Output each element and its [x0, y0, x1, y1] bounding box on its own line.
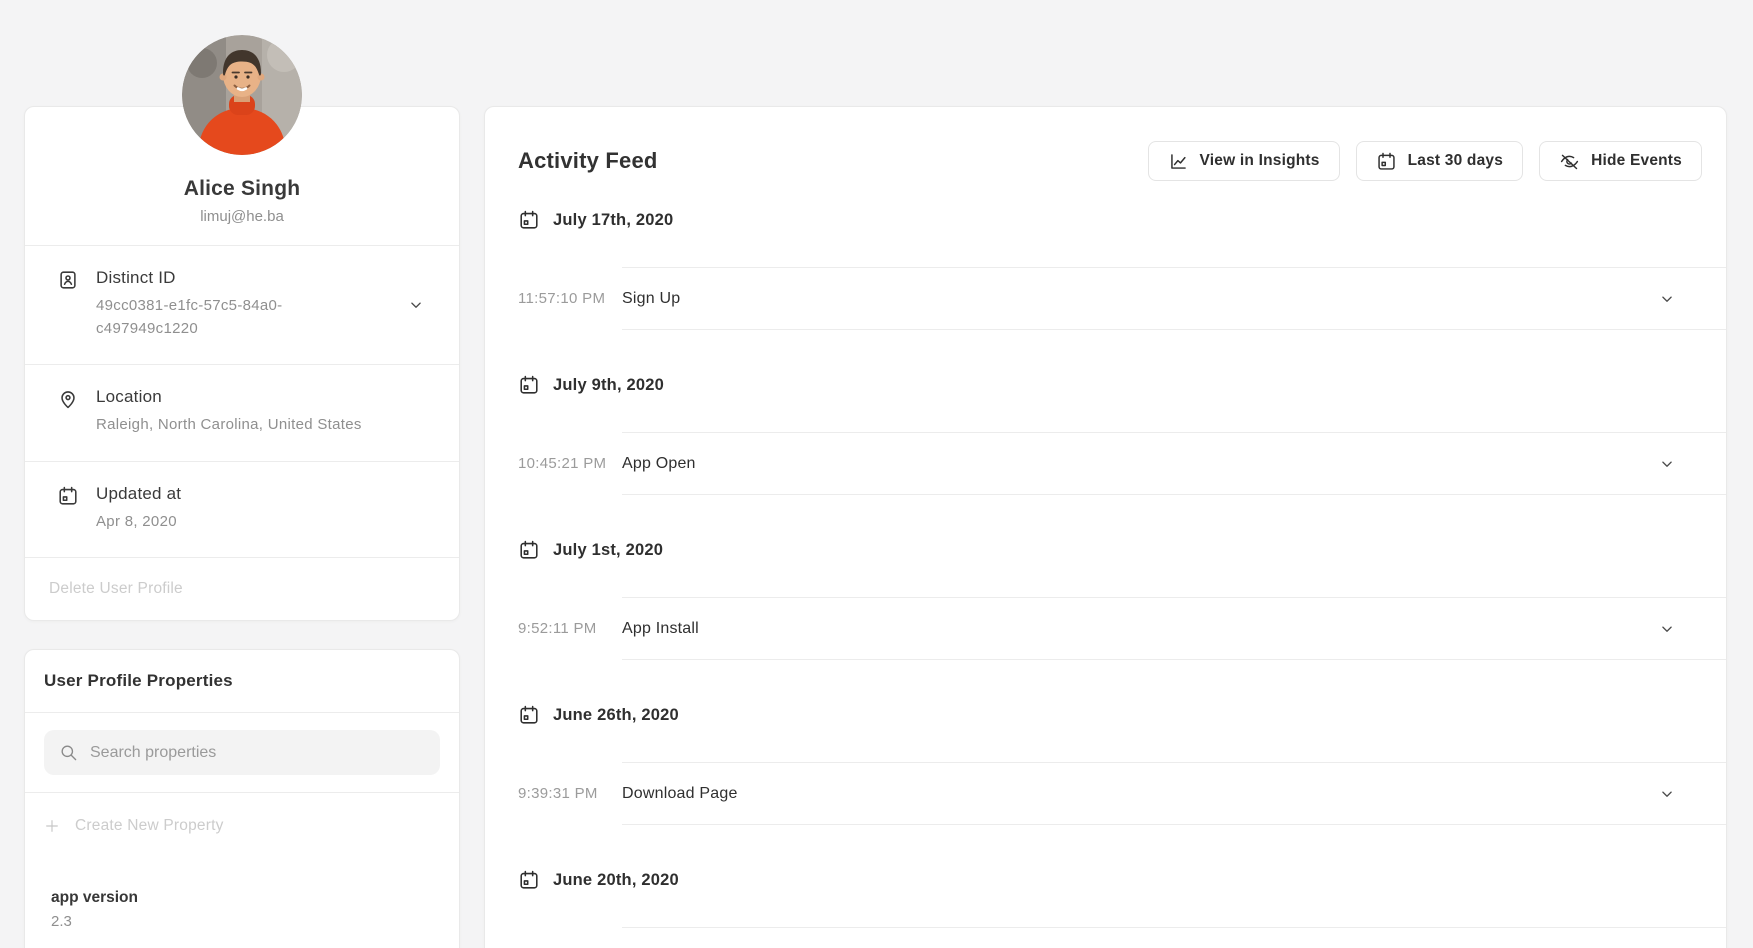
- profile-email: limuj@he.ba: [45, 208, 439, 225]
- date-header: July 17th, 2020: [518, 209, 1726, 231]
- calendar-icon: [57, 485, 79, 507]
- calendar-icon: [518, 539, 540, 561]
- event-body: [622, 927, 1726, 948]
- calendar-icon: [518, 374, 540, 396]
- date-header: July 9th, 2020: [518, 374, 1726, 396]
- date-label: July 17th, 2020: [553, 211, 673, 230]
- event-row[interactable]: 9:39:31 PM Download Page: [518, 762, 1726, 825]
- location-label: Location: [96, 387, 362, 407]
- avatar-photo: [182, 35, 302, 155]
- property-item[interactable]: app version 2.3: [25, 865, 459, 948]
- location-text: Location Raleigh, North Carolina, United…: [96, 387, 362, 437]
- event-name: Sign Up: [622, 290, 680, 308]
- delete-user-profile-button[interactable]: Delete User Profile: [25, 557, 459, 620]
- event-time: [518, 927, 622, 948]
- properties-title: User Profile Properties: [25, 650, 459, 712]
- location-value: Raleigh, North Carolina, United States: [96, 414, 362, 437]
- date-header: June 20th, 2020: [518, 869, 1726, 891]
- create-new-property-button[interactable]: Create New Property: [25, 792, 459, 865]
- hide-events-button[interactable]: Hide Events: [1539, 141, 1702, 181]
- profile-card: Alice Singh limuj@he.ba Distinct ID 49cc…: [24, 106, 460, 621]
- event-row[interactable]: 9:52:11 PM App Install: [518, 597, 1726, 660]
- last-30-days-button[interactable]: Last 30 days: [1356, 141, 1523, 181]
- calendar-icon: [518, 869, 540, 891]
- event-time: 10:45:21 PM: [518, 432, 622, 495]
- feed-group: July 1st, 2020 9:52:11 PM App Install: [518, 539, 1726, 660]
- date-label: June 20th, 2020: [553, 871, 679, 890]
- event-body: Download Page: [622, 762, 1726, 825]
- calendar-icon: [1376, 151, 1397, 172]
- view-in-insights-button[interactable]: View in Insights: [1148, 141, 1340, 181]
- date-label: July 1st, 2020: [553, 541, 663, 560]
- location-pin-icon: [57, 388, 79, 410]
- feed-actions: View in Insights Last 30 days Hide Event…: [1148, 141, 1702, 181]
- distinct-id-row: Distinct ID 49cc0381-e1fc-57c5-84a0-c497…: [25, 245, 459, 364]
- property-name: app version: [51, 889, 433, 907]
- activity-feed-panel: Activity Feed View in Insights Last 30 d…: [484, 106, 1727, 948]
- date-header: June 26th, 2020: [518, 704, 1726, 726]
- hide-events-label: Hide Events: [1591, 152, 1682, 170]
- calendar-icon: [518, 209, 540, 231]
- feed-group: June 26th, 2020 9:39:31 PM Download Page: [518, 704, 1726, 825]
- activity-feed-title: Activity Feed: [518, 148, 658, 174]
- chevron-down-icon[interactable]: [1658, 290, 1676, 308]
- event-row[interactable]: 11:57:10 PM Sign Up: [518, 267, 1726, 330]
- updated-at-row: Updated at Apr 8, 2020: [25, 461, 459, 558]
- updated-at-text: Updated at Apr 8, 2020: [96, 484, 181, 534]
- view-in-insights-label: View in Insights: [1200, 152, 1320, 170]
- event-name: Download Page: [622, 785, 738, 803]
- feed-group: July 17th, 2020 11:57:10 PM Sign Up: [518, 209, 1726, 330]
- distinct-id-label: Distinct ID: [96, 268, 314, 288]
- updated-at-label: Updated at: [96, 484, 181, 504]
- user-profile-sidebar: Alice Singh limuj@he.ba Distinct ID 49cc…: [24, 35, 460, 948]
- eye-off-icon: [1559, 151, 1580, 172]
- chevron-down-icon[interactable]: [1658, 455, 1676, 473]
- user-profile-properties-card: User Profile Properties Create New Prope…: [24, 649, 460, 948]
- date-label: July 9th, 2020: [553, 376, 664, 395]
- search-properties-input[interactable]: [44, 730, 440, 775]
- properties-search-section: [25, 712, 459, 792]
- create-new-property-label: Create New Property: [75, 817, 224, 835]
- feed-group: June 20th, 2020: [518, 869, 1726, 948]
- event-time: 9:39:31 PM: [518, 762, 622, 825]
- avatar: [182, 35, 302, 155]
- profile-name: Alice Singh: [45, 177, 439, 201]
- calendar-icon: [518, 704, 540, 726]
- event-body: Sign Up: [622, 267, 1726, 330]
- chevron-down-icon[interactable]: [407, 296, 425, 314]
- date-label: June 26th, 2020: [553, 706, 679, 725]
- event-time: 9:52:11 PM: [518, 597, 622, 660]
- search-box: [44, 730, 440, 775]
- event-body: App Open: [622, 432, 1726, 495]
- plus-icon: [44, 818, 60, 834]
- updated-at-value: Apr 8, 2020: [96, 511, 181, 534]
- distinct-id-value: 49cc0381-e1fc-57c5-84a0-c497949c1220: [96, 295, 314, 340]
- event-body: App Install: [622, 597, 1726, 660]
- event-name: App Install: [622, 620, 699, 638]
- event-time: 11:57:10 PM: [518, 267, 622, 330]
- distinct-id-text: Distinct ID 49cc0381-e1fc-57c5-84a0-c497…: [96, 268, 314, 340]
- event-row[interactable]: 10:45:21 PM App Open: [518, 432, 1726, 495]
- property-value: 2.3: [51, 913, 433, 930]
- event-name: App Open: [622, 455, 696, 473]
- date-header: July 1st, 2020: [518, 539, 1726, 561]
- search-icon: [59, 743, 78, 762]
- line-chart-icon: [1168, 151, 1189, 172]
- feed-header: Activity Feed View in Insights Last 30 d…: [518, 141, 1702, 181]
- chevron-down-icon[interactable]: [1658, 785, 1676, 803]
- location-row: Location Raleigh, North Carolina, United…: [25, 364, 459, 461]
- chevron-down-icon[interactable]: [1658, 620, 1676, 638]
- event-row[interactable]: [518, 927, 1726, 948]
- id-badge-icon: [57, 269, 79, 291]
- last-30-days-label: Last 30 days: [1408, 152, 1503, 170]
- feed-group: July 9th, 2020 10:45:21 PM App Open: [518, 374, 1726, 495]
